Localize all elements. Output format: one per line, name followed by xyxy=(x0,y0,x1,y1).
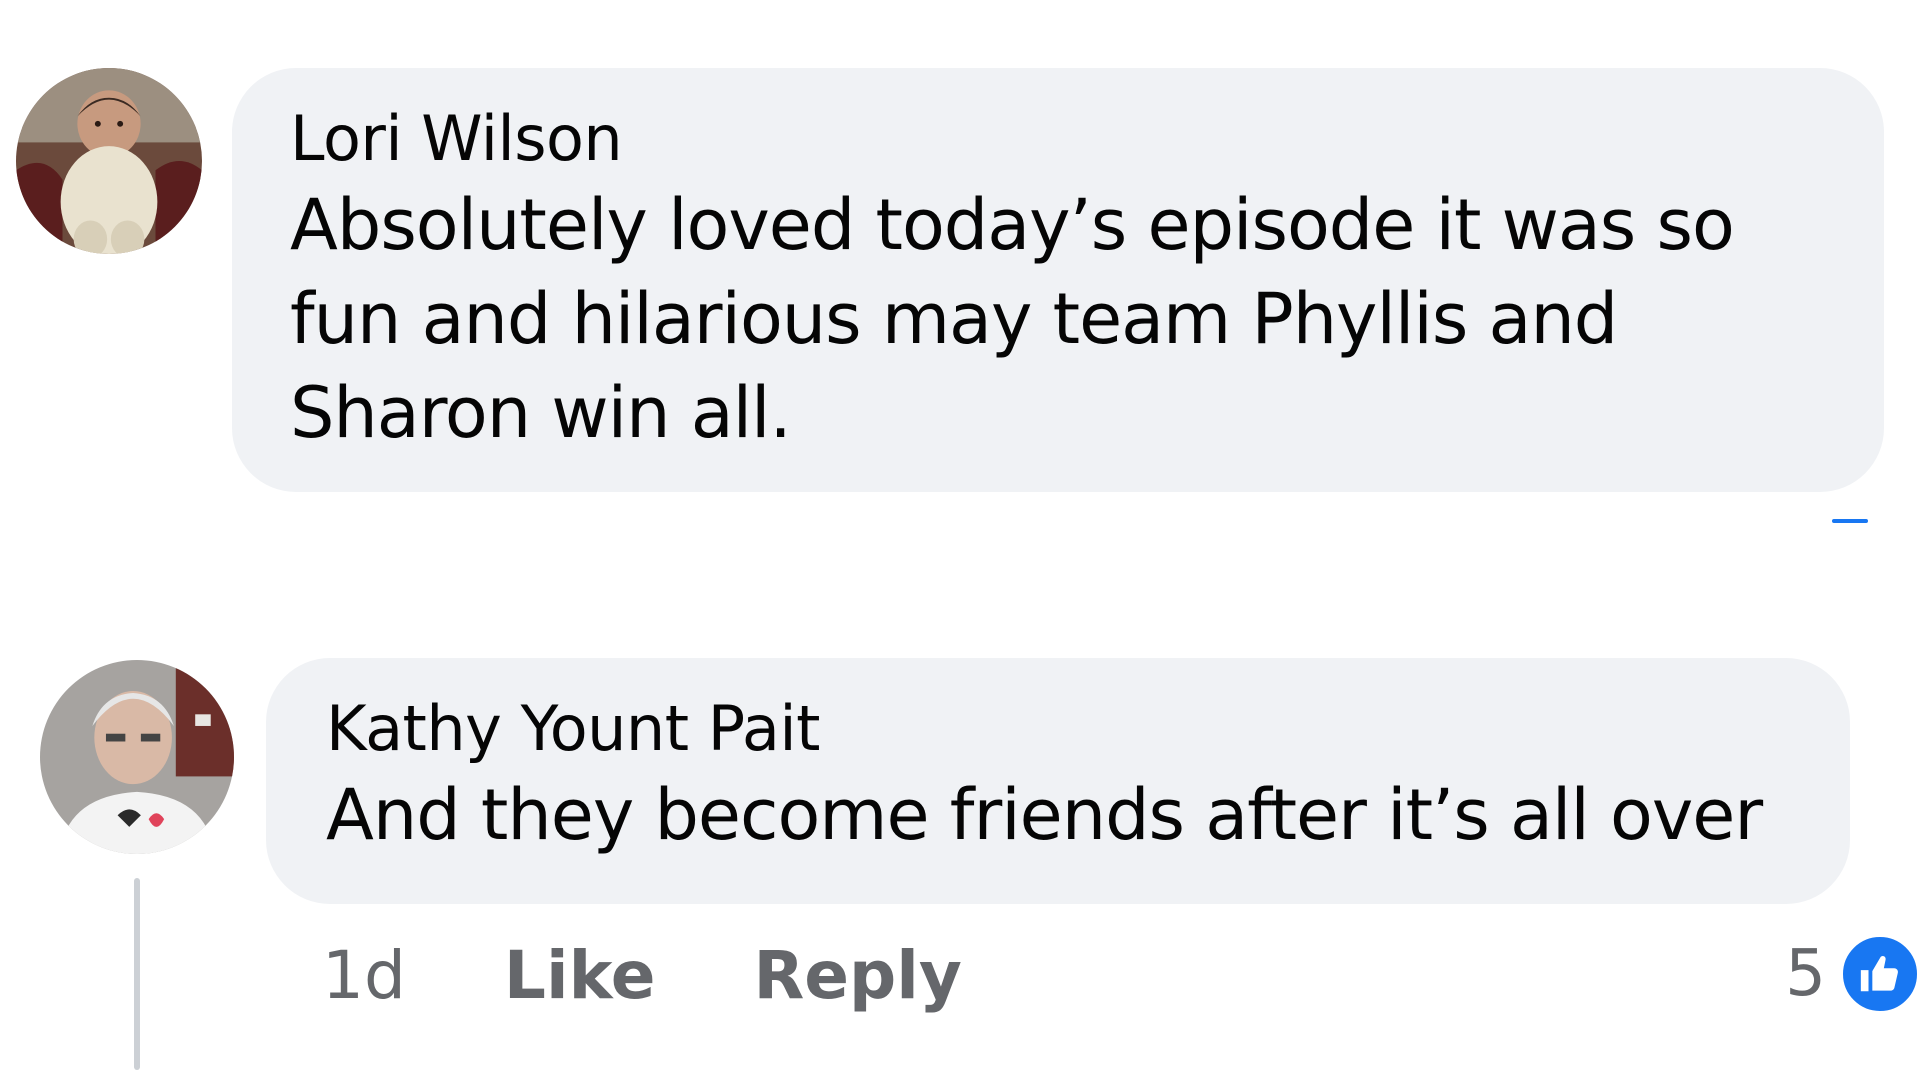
comment-text: Absolutely loved today’s episode it was … xyxy=(290,184,1735,454)
thumbs-up-icon xyxy=(1840,934,1920,1014)
kathy-yount-pait-avatar[interactable] xyxy=(40,660,234,854)
comment-author[interactable]: Kathy Yount Pait xyxy=(326,690,1794,768)
reaction-count: 5 xyxy=(1785,937,1826,1011)
comment-bubble: Kathy Yount Pait And they become friends… xyxy=(266,658,1850,904)
comment-actions: 1d Like Reply xyxy=(322,936,962,1016)
like-button[interactable]: Like xyxy=(504,936,656,1016)
comments-thread: Lori Wilson Absolutely loved today’s epi… xyxy=(0,0,1920,1080)
baby-photo-avatar xyxy=(16,68,202,254)
comment-author[interactable]: Lori Wilson xyxy=(290,100,1828,178)
elderly-man-photo-avatar xyxy=(40,660,234,854)
comment-timestamp[interactable]: 1d xyxy=(322,936,406,1016)
lori-wilson-avatar[interactable] xyxy=(16,68,202,254)
reaction-summary[interactable]: 5 xyxy=(1785,934,1920,1014)
comment-text: And they become friends after it’s all o… xyxy=(326,774,1763,856)
comment-bubble: Lori Wilson Absolutely loved today’s epi… xyxy=(232,68,1884,492)
reply-thread-line xyxy=(134,878,140,1070)
reply-button[interactable]: Reply xyxy=(753,936,961,1016)
scroll-indicator xyxy=(1832,519,1868,523)
